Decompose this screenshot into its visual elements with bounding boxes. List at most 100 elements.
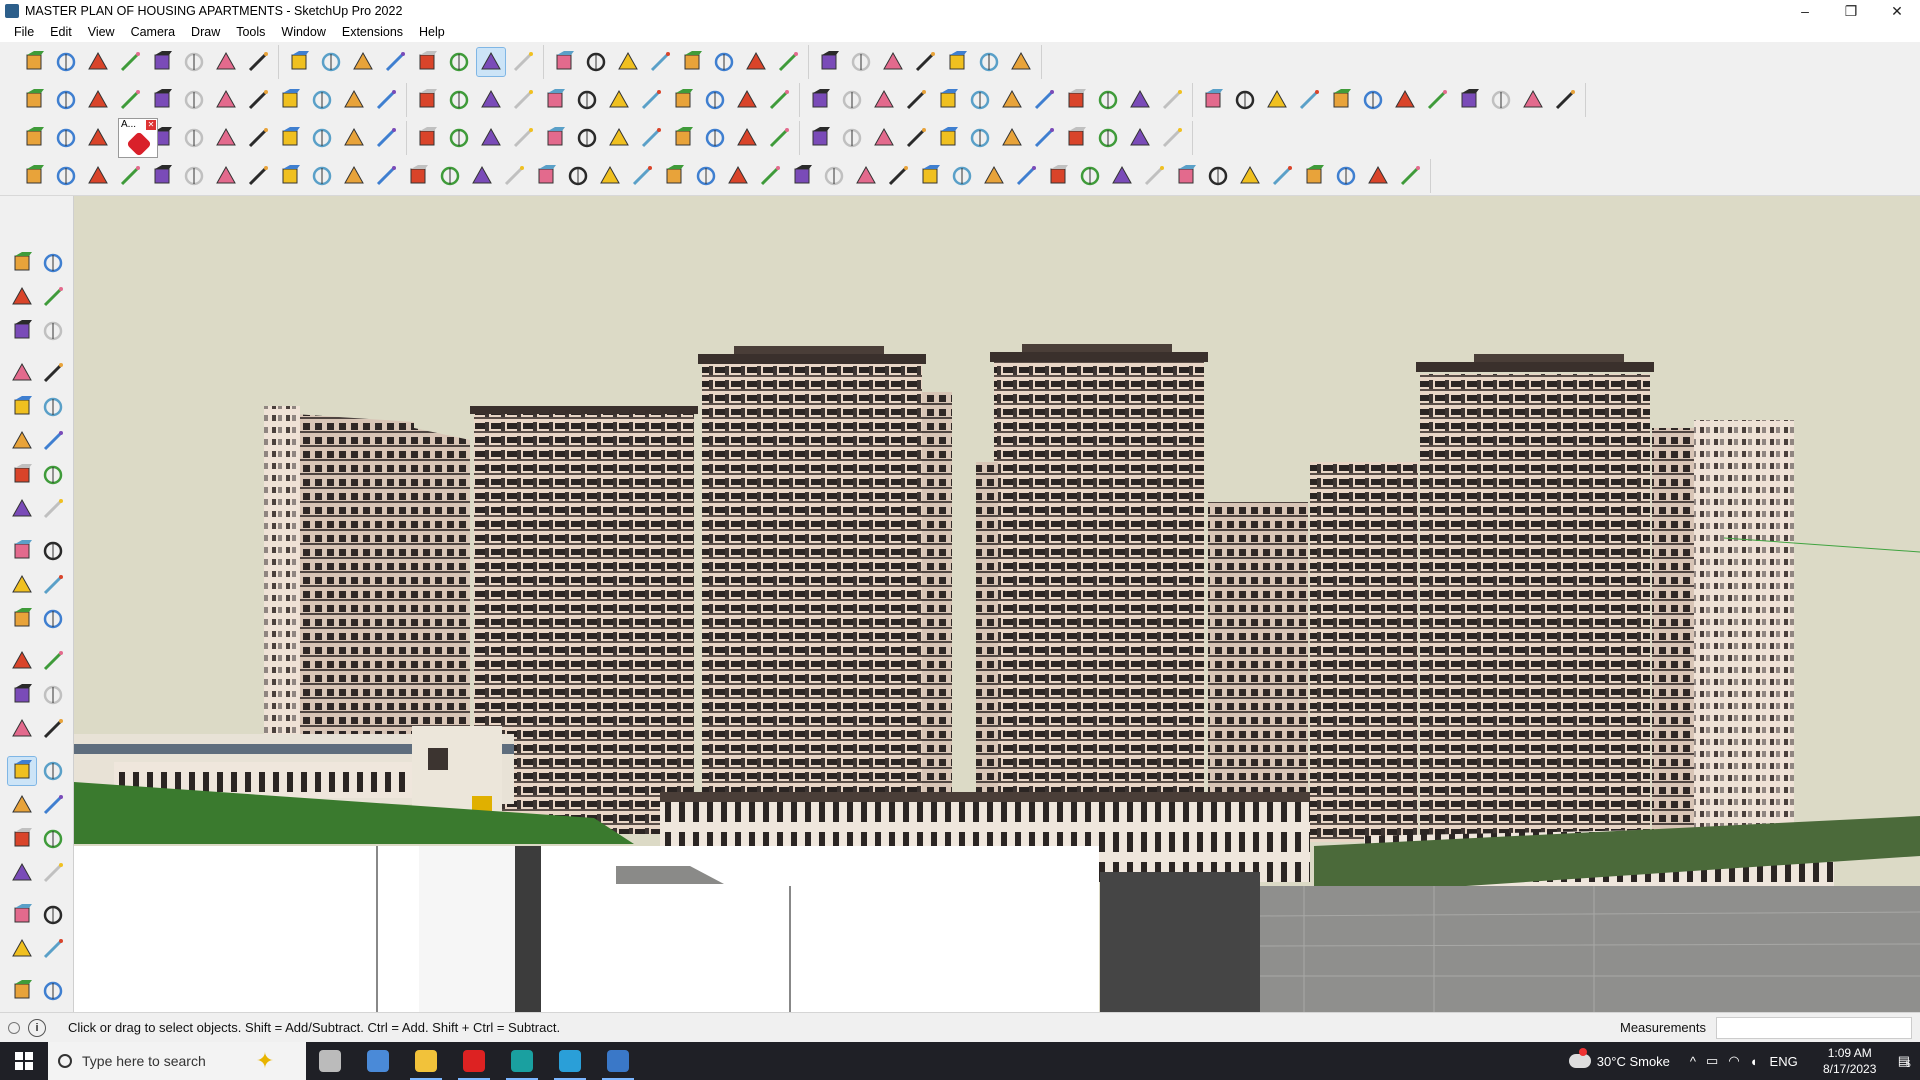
shape-icon[interactable] (564, 162, 592, 190)
curve-icon[interactable] (52, 162, 80, 190)
shape-icon[interactable] (340, 162, 368, 190)
shape-icon[interactable] (1199, 86, 1227, 114)
pan-icon[interactable] (509, 48, 537, 76)
cross-icon[interactable] (477, 124, 505, 152)
shape-icon[interactable] (116, 162, 144, 190)
task-view-taskbar-button[interactable] (306, 1042, 354, 1080)
shape-icon[interactable] (1012, 162, 1040, 190)
render-icon[interactable] (1551, 86, 1579, 114)
cone-icon[interactable] (573, 124, 601, 152)
face-icon[interactable] (413, 86, 441, 114)
move-icon[interactable] (285, 48, 313, 76)
shape-icon[interactable] (404, 162, 432, 190)
shape-icon[interactable] (788, 162, 816, 190)
shape-icon[interactable] (1094, 86, 1122, 114)
dimension-icon[interactable] (40, 647, 68, 675)
weather-icon[interactable] (1568, 1048, 1591, 1068)
layers-icon[interactable] (8, 977, 36, 1005)
cube-icon[interactable] (902, 124, 930, 152)
box-icon[interactable] (52, 86, 80, 114)
move-icon[interactable] (8, 537, 36, 565)
paint-icon[interactable] (445, 48, 473, 76)
undo-icon[interactable] (806, 124, 834, 152)
shape-icon[interactable] (500, 162, 528, 190)
house-icon[interactable] (605, 86, 633, 114)
notification-icon[interactable]: ▤ 5 (1898, 1053, 1911, 1069)
shape-icon[interactable] (212, 162, 240, 190)
render-icon[interactable] (1423, 86, 1451, 114)
cube-icon[interactable] (838, 124, 866, 152)
zoom-icon[interactable] (20, 48, 48, 76)
offset-icon[interactable] (40, 605, 68, 633)
extrude-icon[interactable] (244, 86, 272, 114)
3d-text-icon[interactable] (40, 715, 68, 743)
extrude-icon[interactable] (148, 86, 176, 114)
shape-icon[interactable] (1108, 162, 1136, 190)
cross-icon[interactable] (509, 124, 537, 152)
house-icon[interactable] (701, 86, 729, 114)
shape-icon[interactable] (1204, 162, 1232, 190)
text-icon[interactable] (40, 681, 68, 709)
render-icon[interactable] (1487, 86, 1515, 114)
explode-icon[interactable] (1094, 124, 1122, 152)
menu-tools[interactable]: Tools (228, 22, 273, 42)
shape-icon[interactable] (1268, 162, 1296, 190)
paint-icon[interactable] (8, 283, 36, 311)
3ds-max-taskbar-button[interactable] (498, 1042, 546, 1080)
components-icon[interactable] (8, 317, 36, 345)
shape-icon[interactable] (1231, 86, 1259, 114)
plane-icon[interactable] (20, 124, 48, 152)
face-icon[interactable] (477, 86, 505, 114)
layers-icon[interactable] (646, 48, 674, 76)
menu-edit[interactable]: Edit (42, 22, 80, 42)
language-indicator[interactable]: ENG (1770, 1054, 1798, 1069)
floating-panel-close-icon[interactable]: ✕ (146, 120, 156, 130)
render-icon[interactable] (1519, 86, 1547, 114)
shape-icon[interactable] (980, 162, 1008, 190)
pushpull-icon[interactable] (212, 48, 240, 76)
zoom-icon[interactable] (8, 791, 36, 819)
shape-icon[interactable] (1300, 162, 1328, 190)
shape-icon[interactable] (596, 162, 624, 190)
section-cuts-icon[interactable] (40, 935, 68, 963)
extrude-icon[interactable] (276, 86, 304, 114)
shape-icon[interactable] (1158, 86, 1186, 114)
brush-icon[interactable] (1327, 86, 1355, 114)
menu-extensions[interactable]: Extensions (334, 22, 411, 42)
pencil-icon[interactable] (116, 48, 144, 76)
arc-icon[interactable] (8, 461, 36, 489)
edge-taskbar-button[interactable] (546, 1042, 594, 1080)
ruler-icon[interactable] (838, 86, 866, 114)
window-icon[interactable] (276, 124, 304, 152)
shape-icon[interactable] (372, 162, 400, 190)
3d-viewport[interactable] (74, 196, 1920, 1012)
section-icon[interactable] (614, 48, 642, 76)
menu-help[interactable]: Help (411, 22, 453, 42)
menu-camera[interactable]: Camera (123, 22, 183, 42)
calculator-taskbar-button[interactable] (354, 1042, 402, 1080)
followme-icon[interactable] (244, 48, 272, 76)
materials-icon[interactable] (815, 48, 843, 76)
grid-icon[interactable] (1062, 124, 1090, 152)
zoom-extents-icon[interactable] (582, 48, 610, 76)
arc-3pt-icon[interactable] (40, 495, 68, 523)
zoom-window-icon[interactable] (40, 791, 68, 819)
shape-icon[interactable] (1172, 162, 1200, 190)
wifi-icon[interactable]: ◠ (1728, 1053, 1739, 1069)
shape-icon[interactable] (852, 162, 880, 190)
rotate-icon[interactable] (180, 124, 208, 152)
house-icon[interactable] (669, 86, 697, 114)
pencil-icon[interactable] (8, 359, 36, 387)
weather-text[interactable]: 30°C Smoke (1597, 1054, 1670, 1069)
grid-icon[interactable] (998, 124, 1026, 152)
box-icon[interactable] (84, 86, 112, 114)
circle-icon[interactable] (1126, 124, 1154, 152)
grid-icon[interactable] (244, 124, 272, 152)
clock[interactable]: 1:09 AM 8/17/2023 (1810, 1045, 1890, 1077)
face-icon[interactable] (445, 86, 473, 114)
speaker-icon[interactable]: ◖ (1750, 1054, 1758, 1069)
arrows-icon[interactable] (847, 48, 875, 76)
extrude-icon[interactable] (308, 86, 336, 114)
minimize-button[interactable]: – (1782, 0, 1828, 22)
rotate-icon[interactable] (8, 571, 36, 599)
